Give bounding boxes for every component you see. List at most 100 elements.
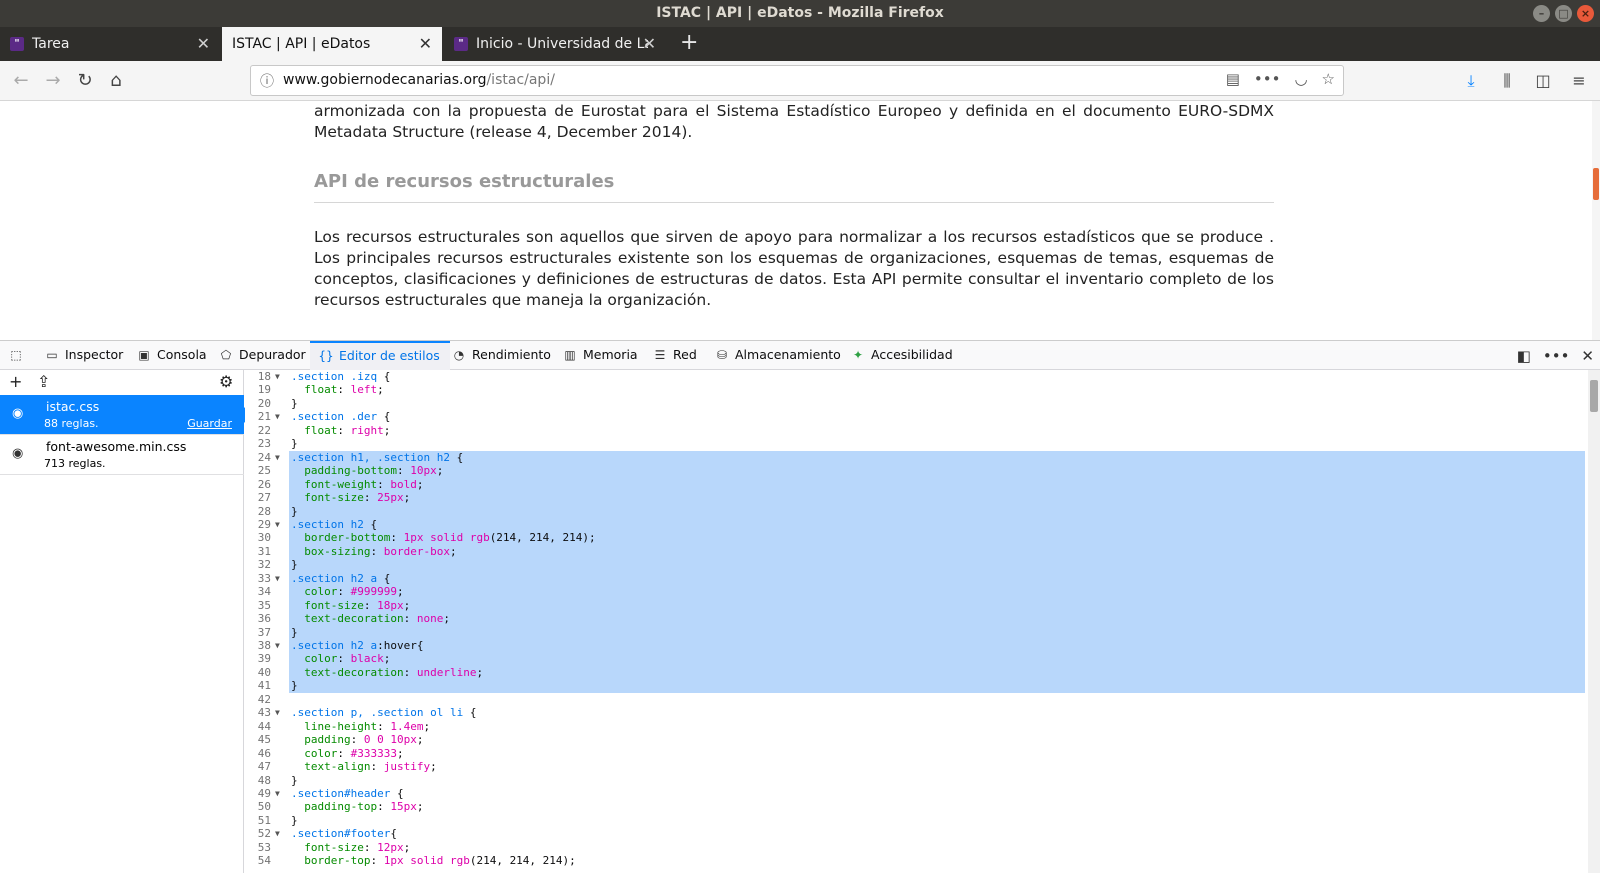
library-icon[interactable]: ⫼ [1496, 68, 1518, 94]
pocket-icon[interactable]: ◡ [1294, 70, 1307, 88]
code-line[interactable]: 53 font-size: 12px; [245, 841, 1585, 855]
fold-arrow-icon[interactable]: ▼ [275, 639, 280, 653]
code-text: } [291, 773, 298, 787]
fold-arrow-icon[interactable]: ▼ [275, 518, 280, 532]
code-line[interactable]: 52 ▼ .section#footer{ [245, 827, 1585, 841]
code-line[interactable]: 41} [245, 679, 1585, 693]
forward-icon[interactable]: → [40, 68, 66, 94]
fold-arrow-icon[interactable]: ▼ [275, 787, 280, 801]
code-line[interactable]: 51} [245, 814, 1585, 828]
url-bar[interactable]: ⓘ www.gobiernodecanarias.org/istac/api/ … [250, 65, 1344, 96]
code-line[interactable]: 24 ▼ .section h1, .section h2 { [245, 450, 1585, 465]
code-line[interactable]: 50 padding-top: 15px; [245, 800, 1585, 814]
code-line[interactable]: 36 text-decoration: none; [245, 612, 1585, 626]
fold-arrow-icon[interactable]: ▼ [275, 410, 280, 424]
code-line[interactable]: 37} [245, 625, 1585, 640]
site-info-icon[interactable]: ⓘ [260, 71, 274, 91]
fold-arrow-icon[interactable]: ▼ [275, 572, 280, 586]
code-line[interactable]: 35 font-size: 18px; [245, 598, 1585, 613]
line-number: 26 [257, 477, 271, 491]
close-tab-icon[interactable]: ✕ [197, 27, 210, 61]
devtools-options-icon[interactable]: ••• [1543, 347, 1570, 365]
code-line[interactable]: 25 padding-bottom: 10px; [245, 464, 1585, 478]
code-line[interactable]: 47 text-align: justify; [245, 760, 1585, 774]
code-line[interactable]: 34 color: #999999; [245, 585, 1585, 599]
code-line[interactable]: 31 box-sizing: border-box; [245, 544, 1585, 559]
home-icon[interactable]: ⌂ [103, 68, 129, 94]
save-link[interactable]: Guardar [187, 417, 232, 430]
eye-icon[interactable]: ◉ [12, 406, 23, 421]
code-line[interactable]: 46 color: #333333; [245, 747, 1585, 761]
element-picker-icon[interactable]: ⬚ [8, 341, 29, 370]
tab-tarea[interactable]: " Tarea ✕ [0, 27, 220, 61]
sidebar-icon[interactable]: ◫ [1532, 68, 1554, 94]
code-line[interactable]: 23} [245, 437, 1585, 451]
tab-performance[interactable]: ◔ Rendimiento [451, 341, 551, 370]
section-heading[interactable]: API de recursos estructurales [314, 171, 1274, 203]
minimize-icon[interactable]: – [1533, 5, 1550, 22]
menu-icon[interactable]: ≡ [1568, 68, 1590, 94]
close-devtools-icon[interactable]: ✕ [1581, 347, 1594, 365]
code-line[interactable]: 29 ▼ .section h2 { [245, 517, 1585, 532]
tab-universidad[interactable]: " Inicio - Universidad de La ✕ [444, 27, 666, 61]
reader-view-icon[interactable]: ▤ [1226, 70, 1240, 88]
settings-gear-icon[interactable]: ⚙ [219, 372, 233, 391]
tab-network[interactable]: ☰ Red [652, 341, 697, 370]
tab-accessibility[interactable]: ✦ Accesibilidad [850, 341, 953, 370]
code-line[interactable]: 33 ▼ .section h2 a { [245, 571, 1585, 586]
code-line[interactable]: 30 border-bottom: 1px solid rgb(214, 214… [245, 531, 1585, 545]
dock-side-icon[interactable]: ◧ [1517, 347, 1531, 365]
fold-arrow-icon[interactable]: ▼ [275, 827, 280, 841]
editor-scrollbar-thumb[interactable] [1590, 380, 1598, 412]
maximize-icon[interactable]: □ [1555, 5, 1572, 22]
code-line[interactable]: 18 ▼ .section .izq { [245, 370, 1585, 384]
code-line[interactable]: 49 ▼ .section#header { [245, 787, 1585, 801]
code-line[interactable]: 45 padding: 0 0 10px; [245, 733, 1585, 747]
code-line[interactable]: 32} [245, 558, 1585, 572]
code-line[interactable]: 39 color: black; [245, 652, 1585, 666]
stylesheet-item[interactable]: ◉ istac.css 88 reglas. Guardar [0, 395, 251, 435]
code-line[interactable]: 43 ▼ .section p, .section ol li { [245, 706, 1585, 720]
back-icon[interactable]: ← [8, 68, 34, 94]
code-line[interactable]: 44 line-height: 1.4em; [245, 720, 1585, 734]
code-line[interactable]: 28} [245, 504, 1585, 518]
reload-icon[interactable]: ↻ [72, 68, 98, 94]
code-line[interactable]: 27 font-size: 25px; [245, 491, 1585, 505]
code-line[interactable]: 21 ▼ .section .der { [245, 410, 1585, 424]
close-tab-icon[interactable]: ✕ [643, 27, 656, 61]
code-line[interactable]: 20} [245, 397, 1585, 411]
code-line[interactable]: 38 ▼ .section h2 a:hover{ [245, 639, 1585, 653]
page-scrollbar[interactable] [1592, 101, 1600, 340]
import-stylesheet-icon[interactable]: ⇪ [37, 372, 50, 391]
editor-scrollbar[interactable] [1588, 370, 1600, 873]
code-editor[interactable]: 18 ▼ .section .izq {19 float: left; 20} 21 ▼.… [245, 370, 1600, 873]
page-actions-icon[interactable]: ••• [1254, 70, 1281, 88]
code-line[interactable]: 42 [245, 693, 1585, 707]
code-line[interactable]: 19 float: left; [245, 383, 1585, 397]
close-window-icon[interactable]: × [1577, 5, 1594, 22]
downloads-icon[interactable]: ⤓ [1460, 68, 1482, 94]
tab-inspector[interactable]: ▭ Inspector [44, 341, 123, 370]
code-line[interactable]: 40 text-decoration: underline; [245, 665, 1585, 680]
fold-arrow-icon[interactable]: ▼ [275, 370, 280, 384]
new-stylesheet-icon[interactable]: + [9, 372, 22, 391]
tab-style-editor[interactable]: {} Editor de estilos [310, 341, 450, 370]
tab-storage[interactable]: ⛁ Almacenamiento [714, 341, 841, 370]
eye-icon[interactable]: ◉ [12, 446, 23, 461]
stylesheet-item[interactable]: ◉ font-awesome.min.css 713 reglas. [0, 435, 244, 475]
tab-console[interactable]: ▣ Consola [136, 341, 206, 370]
bookmark-star-icon[interactable]: ☆ [1322, 70, 1335, 88]
tab-istac[interactable]: ISTAC | API | eDatos ✕ [222, 27, 442, 61]
code-line[interactable]: 22 float: right; [245, 424, 1585, 438]
new-tab-icon[interactable]: + [680, 27, 698, 61]
url-text[interactable]: www.gobiernodecanarias.org/istac/api/ [283, 72, 555, 88]
close-tab-icon[interactable]: ✕ [419, 27, 432, 61]
code-line[interactable]: 26 font-weight: bold; [245, 477, 1585, 492]
fold-arrow-icon[interactable]: ▼ [275, 451, 280, 465]
code-line[interactable]: 48} [245, 774, 1585, 788]
tab-debugger[interactable]: ⬠ Depurador [218, 341, 306, 370]
tab-memory[interactable]: ▥ Memoria [562, 341, 637, 370]
fold-arrow-icon[interactable]: ▼ [275, 706, 280, 720]
page-scrollbar-thumb[interactable] [1593, 168, 1599, 200]
code-line[interactable]: 54 border-top: 1px solid rgb(214, 214, 2… [245, 854, 1585, 868]
